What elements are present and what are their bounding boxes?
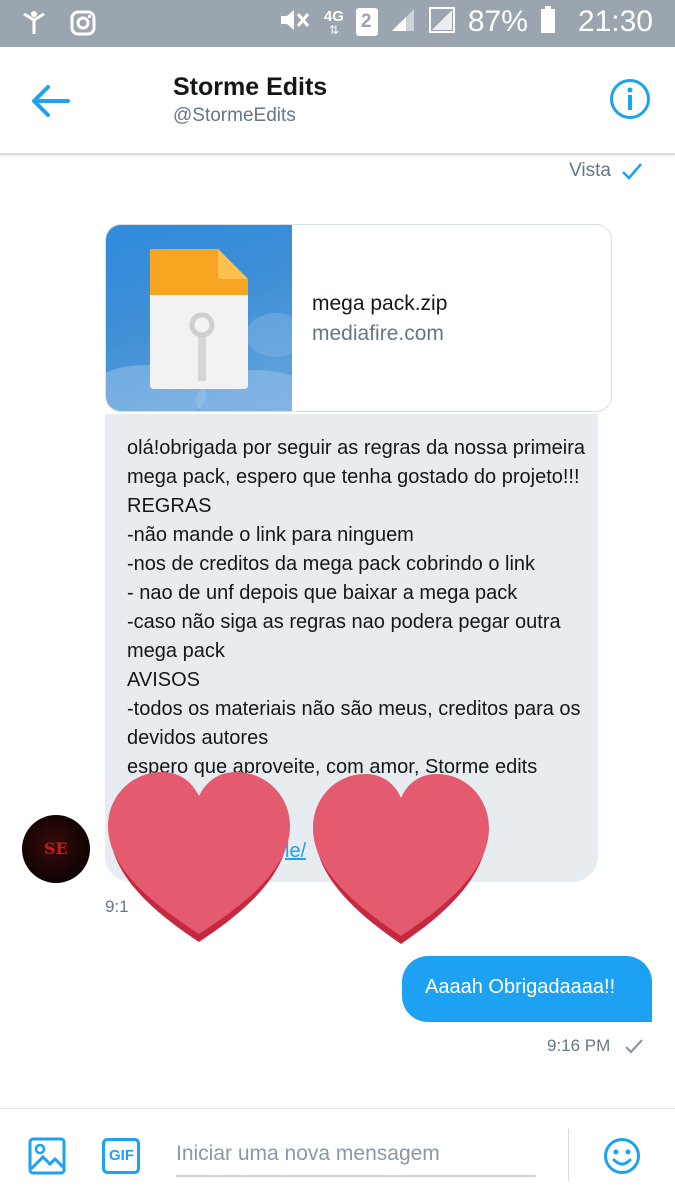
smiley-icon (604, 1138, 640, 1174)
check-icon (625, 1039, 644, 1054)
check-icon (622, 163, 642, 180)
sent-meta: 9:16 PM (547, 1036, 644, 1056)
instagram-icon (70, 10, 96, 41)
battery-percent: 87% (467, 5, 528, 38)
sent-message-bubble: Aaaah Obrigadaaaa!! (402, 956, 652, 1022)
conversation-handle: @StormeEdits (173, 105, 296, 126)
info-icon (610, 79, 650, 119)
zip-file-icon (106, 249, 292, 411)
seen-indicator: Vista (569, 160, 643, 182)
received-message-text: olá!obrigada por seguir as regras da nos… (127, 437, 586, 778)
heart-sticker-left (108, 772, 290, 942)
network-type-icon: 4G ⇅ (323, 7, 344, 37)
link-domain: mediafire.com (312, 322, 444, 345)
heart-sticker-right (313, 774, 489, 944)
composer-divider (568, 1129, 569, 1181)
mute-icon (278, 7, 312, 38)
link-thumbnail (106, 225, 292, 411)
sent-message-text: Aaaah Obrigadaaaa!! (425, 976, 616, 998)
sim-slot-label: 2 (360, 11, 372, 32)
battery-icon (540, 5, 556, 39)
info-button[interactable] (609, 78, 651, 120)
clock: 21:30 (577, 5, 653, 38)
conversation-header: Storme Edits @StormeEdits (0, 47, 675, 155)
status-bar: 4G ⇅ 2 87% 21:30 (0, 0, 675, 47)
emoji-button[interactable] (603, 1137, 641, 1175)
app-notification-icon (22, 10, 46, 41)
sim-icon: 2 (355, 8, 378, 36)
message-input[interactable] (176, 1133, 536, 1177)
add-gif-button[interactable]: GIF (102, 1138, 140, 1174)
link-file-name: mega pack.zip (312, 292, 448, 315)
arrow-left-icon (32, 85, 70, 117)
conversation-title: Storme Edits (173, 73, 328, 101)
back-button[interactable] (30, 83, 74, 119)
image-icon (28, 1137, 66, 1175)
avatar-initials: SE (44, 839, 68, 858)
message-composer: GIF (0, 1108, 675, 1201)
signal-icon (390, 7, 416, 38)
avatar[interactable]: SE (22, 815, 90, 883)
signal-icon-2 (428, 6, 456, 39)
seen-label: Vista (569, 160, 611, 181)
add-photo-button[interactable] (28, 1137, 66, 1175)
gif-label: GIF (109, 1147, 134, 1164)
sent-timestamp: 9:16 PM (547, 1036, 611, 1055)
link-preview-card[interactable]: mega pack.zip mediafire.com (105, 224, 612, 412)
network-type-label: 4G (323, 7, 344, 25)
